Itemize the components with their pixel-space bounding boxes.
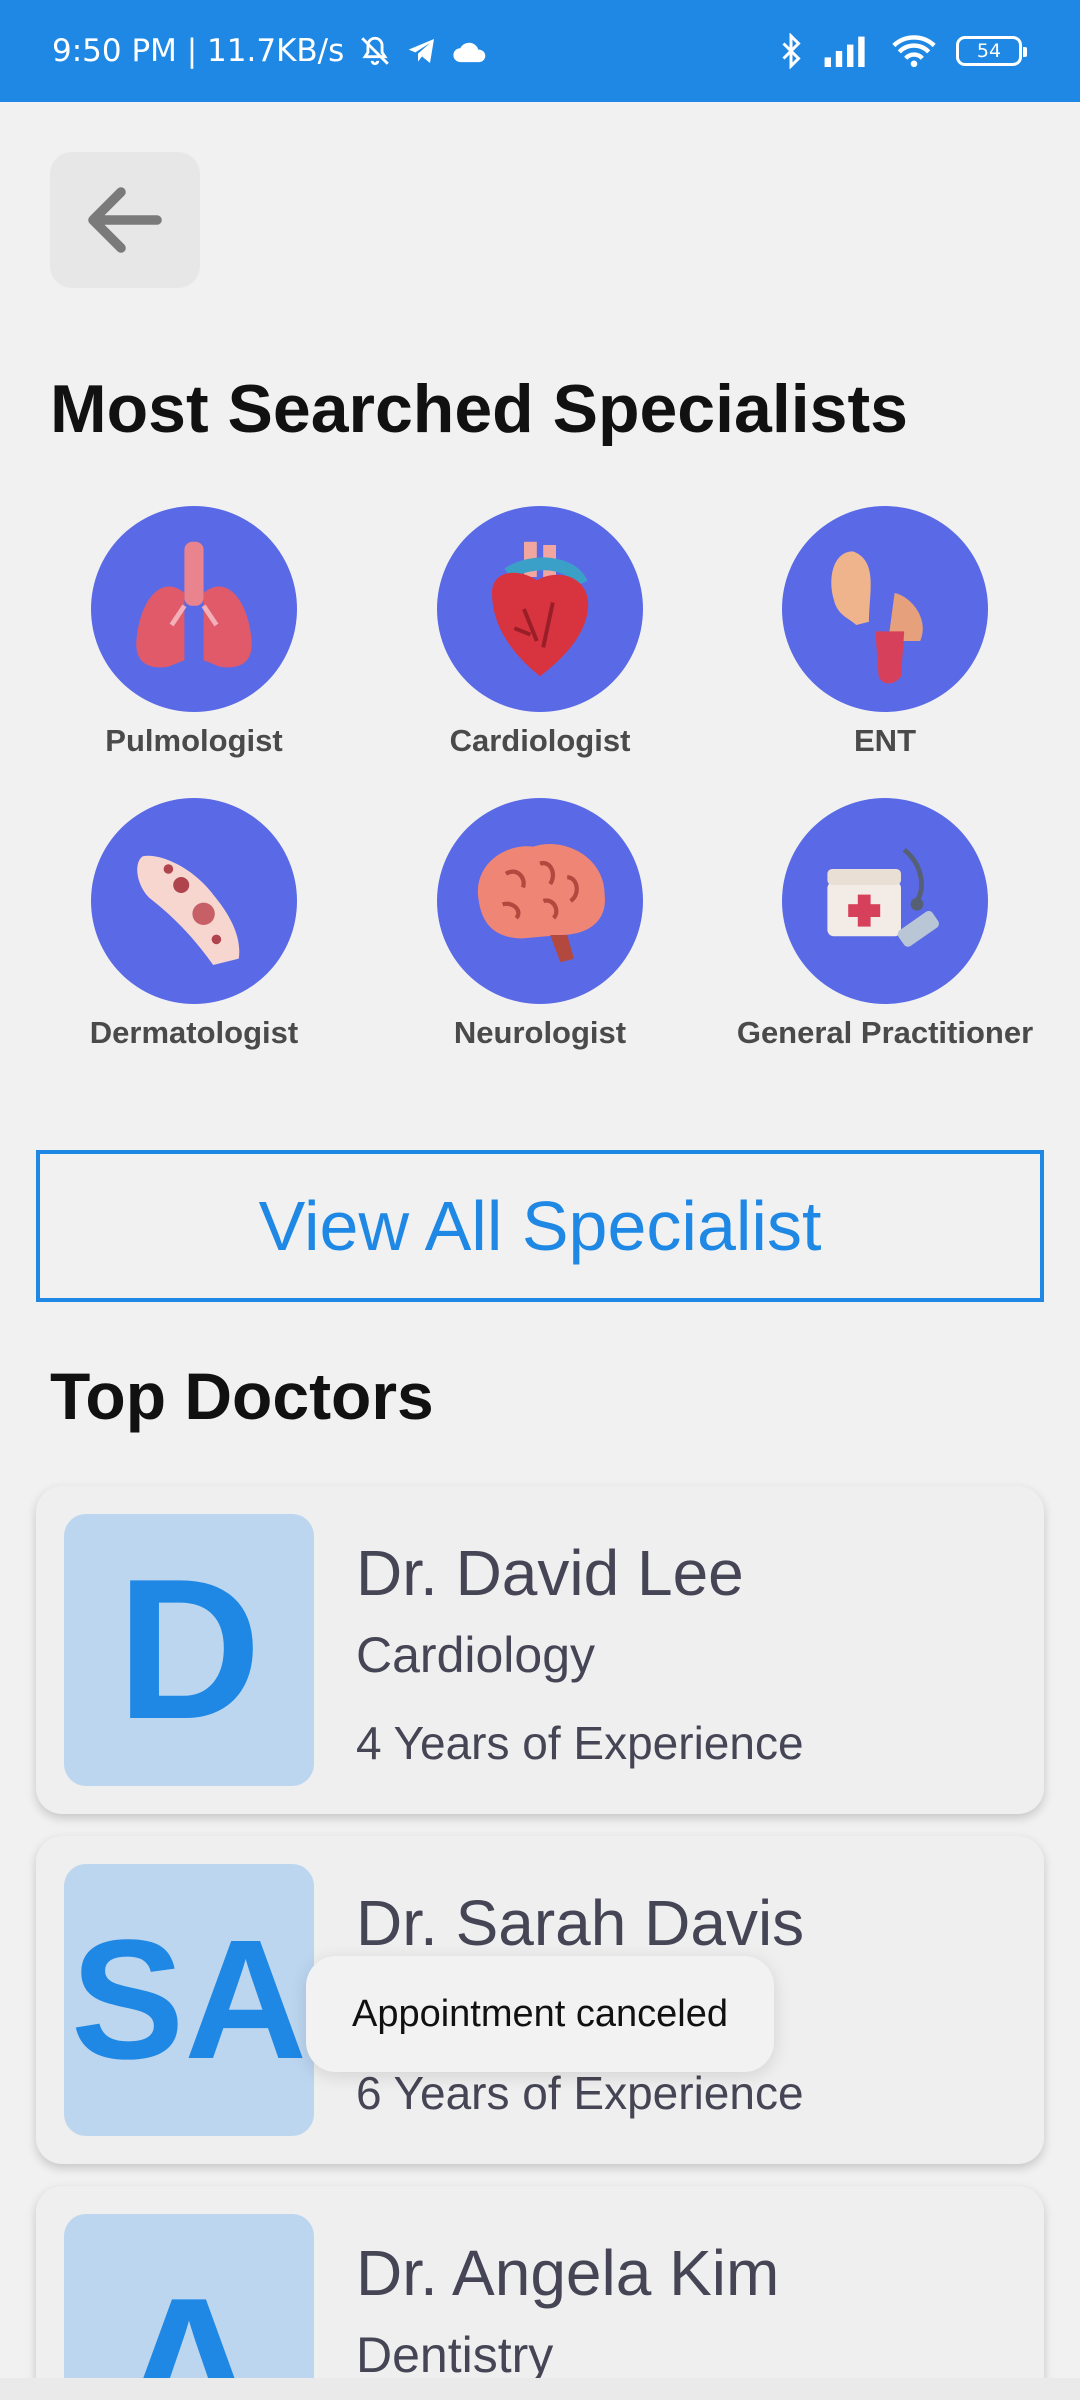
specialist-label: General Practitioner [736, 1015, 1034, 1050]
avatar: A [64, 2214, 314, 2400]
status-right: 54 [780, 33, 1027, 69]
specialist-label: Pulmologist [105, 723, 283, 758]
doctor-experience: 4 Years of Experience [356, 1717, 804, 1769]
specialist-dermatologist[interactable]: Dermatologist [44, 798, 344, 1052]
heart-icon [437, 506, 643, 712]
specialist-ent[interactable]: ENT [735, 506, 1035, 760]
specialist-general-practitioner[interactable]: General Practitioner [735, 798, 1035, 1052]
status-bar: 9:50 PM | 11.7KB/s 54 [0, 0, 1080, 102]
battery-level: 54 [976, 40, 1002, 62]
bluetooth-icon [780, 33, 802, 69]
mute-icon [358, 34, 392, 68]
telegram-icon [406, 35, 438, 67]
battery-icon: 54 [956, 36, 1027, 66]
ear-nose-throat-icon [782, 506, 988, 712]
doctor-experience: 6 Years of Experience [356, 2067, 804, 2119]
wifi-icon [892, 34, 936, 68]
specialist-label: Dermatologist [89, 1015, 299, 1050]
avatar: D [64, 1514, 314, 1786]
specialist-label: Cardiologist [449, 723, 631, 758]
doctor-name: Dr. Sarah Davis [356, 1887, 805, 1959]
brain-icon [437, 798, 643, 1004]
specialist-label: ENT [854, 723, 916, 758]
lungs-icon [91, 506, 297, 712]
bottom-edge [0, 2378, 1080, 2400]
avatar-initials: SA [70, 1905, 308, 2095]
doctor-name: Dr. Angela Kim [356, 2237, 780, 2309]
specialist-pulmologist[interactable]: Pulmologist [44, 506, 344, 760]
view-all-specialist-button[interactable]: View All Specialist [36, 1150, 1044, 1302]
specialist-cardiologist[interactable]: Cardiologist [390, 506, 690, 760]
back-button[interactable] [50, 152, 200, 288]
cloud-icon [452, 37, 488, 65]
doctor-name: Dr. David Lee [356, 1537, 744, 1609]
doctor-card[interactable]: D Dr. David Lee Cardiology 4 Years of Ex… [36, 1486, 1044, 1814]
doctor-specialty: Cardiology [356, 1627, 596, 1683]
signal-icon [822, 35, 872, 67]
specialist-label: Neurologist [453, 1015, 627, 1050]
arrow-left-icon [88, 187, 162, 253]
doctor-specialty: Dentistry [356, 2327, 554, 2383]
doctor-card[interactable]: A Dr. Angela Kim Dentistry [36, 2186, 1044, 2400]
toast-message: Appointment canceled [306, 1956, 774, 2072]
specialist-neurologist[interactable]: Neurologist [390, 798, 690, 1052]
top-doctors-title: Top Doctors [50, 1359, 434, 1433]
status-time: 9:50 PM | 11.7KB/s [52, 33, 345, 69]
avatar: SA [64, 1864, 314, 2136]
medical-kit-icon [782, 798, 988, 1004]
status-left: 9:50 PM | 11.7KB/s [52, 33, 488, 69]
avatar-initials: D [116, 1538, 262, 1761]
skin-icon [91, 798, 297, 1004]
specialists-title: Most Searched Specialists [50, 371, 908, 447]
